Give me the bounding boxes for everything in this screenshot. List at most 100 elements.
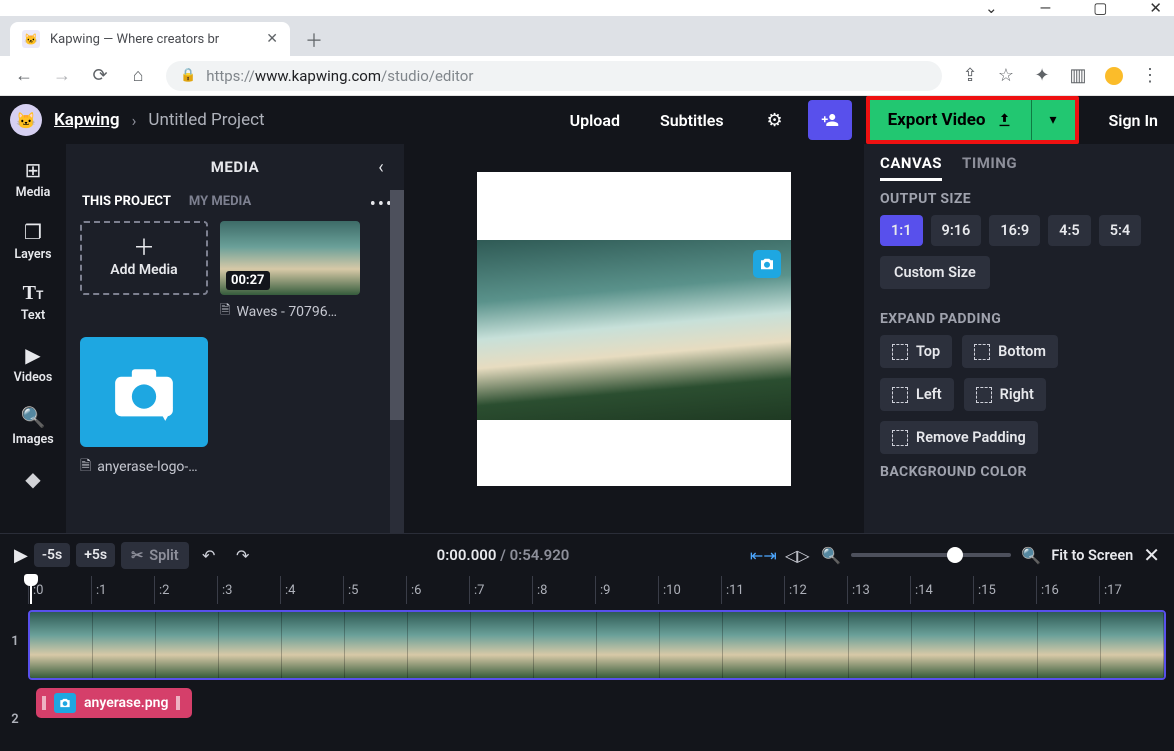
rail-item-media[interactable]: ⊞ Media bbox=[0, 152, 66, 206]
ruler-tick: :15 bbox=[973, 576, 1036, 604]
rail-item-images[interactable]: 🔍 Images bbox=[0, 399, 66, 453]
tab-close-icon[interactable]: ✕ bbox=[266, 31, 278, 47]
rail-item-text[interactable]: TT Text bbox=[0, 276, 66, 329]
upload-button[interactable]: Upload bbox=[566, 105, 624, 136]
window-minimize-icon[interactable]: — bbox=[1040, 0, 1052, 17]
export-options-caret[interactable]: ▾ bbox=[1031, 100, 1075, 140]
bookmark-star-icon[interactable]: ☆ bbox=[990, 60, 1022, 92]
brand-name-link[interactable]: Kapwing bbox=[54, 110, 120, 130]
skip-back-5s[interactable]: -5s bbox=[34, 543, 70, 567]
subtitles-button[interactable]: Subtitles bbox=[656, 105, 728, 136]
media-card-waves[interactable]: 00:27 🗎 Waves - 70796… bbox=[220, 221, 360, 323]
canvas-area bbox=[404, 144, 864, 533]
film-frame bbox=[849, 612, 912, 678]
text-icon: TT bbox=[23, 282, 44, 305]
clip-grip-right[interactable] bbox=[176, 696, 180, 710]
redo-button[interactable]: ↷ bbox=[229, 541, 257, 569]
stage-video-layer[interactable] bbox=[477, 240, 791, 420]
media-card-logo[interactable] bbox=[80, 337, 208, 447]
window-dropdown-icon[interactable]: ⌄ bbox=[985, 0, 998, 17]
skip-forward-5s[interactable]: +5s bbox=[76, 543, 115, 567]
add-media-button[interactable]: ＋ Add Media bbox=[80, 221, 208, 295]
pad-top-button[interactable]: Top bbox=[880, 335, 952, 368]
browser-tab[interactable]: 🐱 Kapwing — Where creators br ✕ bbox=[10, 22, 290, 56]
reading-list-icon[interactable]: ▥ bbox=[1062, 60, 1094, 92]
ratio-4-5[interactable]: 4:5 bbox=[1048, 215, 1091, 246]
pad-left-button[interactable]: Left bbox=[880, 378, 954, 411]
ratio-1-1[interactable]: 1:1 bbox=[880, 215, 923, 246]
pad-right-button[interactable]: Right bbox=[964, 378, 1046, 411]
tab-canvas[interactable]: CANVAS bbox=[880, 154, 942, 181]
zoom-out-icon[interactable]: 🔍 bbox=[817, 541, 845, 569]
zoom-in-icon[interactable]: 🔍 bbox=[1017, 541, 1045, 569]
video-clip-filmstrip[interactable] bbox=[28, 610, 1166, 680]
sign-in-link[interactable]: Sign In bbox=[1109, 111, 1158, 130]
ratio-9-16[interactable]: 9:16 bbox=[931, 215, 982, 246]
clip-grip-left[interactable] bbox=[42, 696, 46, 710]
fit-to-screen-button[interactable]: Fit to Screen bbox=[1051, 547, 1133, 564]
tab-my-media[interactable]: MY MEDIA bbox=[189, 194, 251, 209]
brand-logo-icon[interactable]: 🐱 bbox=[10, 104, 42, 136]
project-name[interactable]: Untitled Project bbox=[148, 110, 264, 130]
split-clip-button[interactable]: ✂ Split bbox=[121, 542, 189, 569]
trim-icon[interactable]: ◁▷ bbox=[783, 541, 811, 569]
section-expand-padding: EXPAND PADDING bbox=[880, 311, 1160, 327]
ruler-tick: :9 bbox=[595, 576, 658, 604]
stage-overlay-badge[interactable] bbox=[753, 250, 781, 278]
ruler-tick: :14 bbox=[910, 576, 973, 604]
rail-item-layers[interactable]: ❐ Layers bbox=[0, 214, 66, 268]
undo-button[interactable]: ↶ bbox=[195, 541, 223, 569]
ratio-16-9[interactable]: 16:9 bbox=[989, 215, 1040, 246]
ratio-5-4[interactable]: 5:4 bbox=[1099, 215, 1142, 246]
browser-menu-icon[interactable]: ⋮ bbox=[1134, 60, 1166, 92]
film-frame bbox=[597, 612, 660, 678]
window-close-icon[interactable]: ✕ bbox=[1149, 0, 1162, 17]
ruler-tick: :8 bbox=[532, 576, 595, 604]
file-icon: 🗎 bbox=[220, 301, 230, 323]
timeline-ruler[interactable]: :0 :1 :2 :3 :4 :5 :6 :7 :8 :9 :10 :11 :1… bbox=[0, 576, 1174, 604]
extension-badge-icon[interactable] bbox=[1098, 60, 1130, 92]
track-1[interactable] bbox=[28, 610, 1174, 680]
media-panel-header: MEDIA ‹ bbox=[66, 144, 404, 190]
browser-tab-strip: 🐱 Kapwing — Where creators br ✕ ＋ bbox=[0, 16, 1174, 56]
zoom-slider-thumb[interactable] bbox=[947, 547, 963, 563]
snap-toggle-icon[interactable]: ⇤⇥ bbox=[749, 541, 777, 569]
nav-back-button[interactable]: ← bbox=[8, 60, 40, 92]
new-tab-button[interactable]: ＋ bbox=[300, 26, 328, 54]
canvas-stage[interactable] bbox=[477, 172, 791, 486]
address-bar[interactable]: 🔒 https://www.kapwing.com/studio/editor bbox=[166, 61, 942, 91]
ruler-tick: :5 bbox=[343, 576, 406, 604]
nav-reload-button[interactable]: ⟳ bbox=[84, 60, 116, 92]
media-panel: MEDIA ‹ ••• THIS PROJECT MY MEDIA ＋ Add … bbox=[66, 144, 404, 533]
nav-home-button[interactable]: ⌂ bbox=[122, 60, 154, 92]
film-frame bbox=[1038, 612, 1101, 678]
extensions-puzzle-icon[interactable]: ✦ bbox=[1026, 60, 1058, 92]
image-clip-pill[interactable]: anyerase.png bbox=[36, 688, 192, 718]
close-timeline-icon[interactable]: ✕ bbox=[1143, 543, 1160, 567]
scrollbar-thumb[interactable] bbox=[390, 190, 404, 420]
tab-this-project[interactable]: THIS PROJECT bbox=[82, 194, 171, 209]
window-maximize-icon[interactable]: ▢ bbox=[1093, 0, 1107, 17]
media-grid: ＋ Add Media 00:27 🗎 Waves - 70796… bbox=[66, 217, 404, 327]
film-frame bbox=[30, 612, 93, 678]
track-2[interactable]: anyerase.png bbox=[28, 688, 1174, 718]
pad-bottom-button[interactable]: Bottom bbox=[962, 335, 1058, 368]
rail-item-shapes[interactable]: ◆ bbox=[0, 461, 66, 497]
nav-forward-button[interactable]: → bbox=[46, 60, 78, 92]
tab-timing[interactable]: TIMING bbox=[962, 154, 1017, 181]
film-frame bbox=[156, 612, 219, 678]
custom-size-button[interactable]: Custom Size bbox=[880, 256, 990, 289]
file-icon: 🗎 bbox=[80, 455, 91, 479]
invite-collaborator-button[interactable] bbox=[808, 100, 852, 140]
settings-gear-icon[interactable]: ⚙ bbox=[758, 103, 792, 137]
zoom-slider[interactable] bbox=[851, 553, 1011, 557]
collapse-panel-icon[interactable]: ‹ bbox=[368, 154, 394, 180]
ruler-tick: :2 bbox=[154, 576, 217, 604]
rail-item-videos[interactable]: ▶ Videos bbox=[0, 337, 66, 391]
share-icon[interactable]: ⇪ bbox=[954, 60, 986, 92]
film-frame bbox=[219, 612, 282, 678]
play-button[interactable]: ▶ bbox=[14, 545, 28, 566]
media-filename: 🗎 Waves - 70796… bbox=[220, 301, 360, 323]
remove-padding-button[interactable]: Remove Padding bbox=[880, 421, 1038, 454]
export-video-button[interactable]: Export Video bbox=[870, 100, 1031, 140]
